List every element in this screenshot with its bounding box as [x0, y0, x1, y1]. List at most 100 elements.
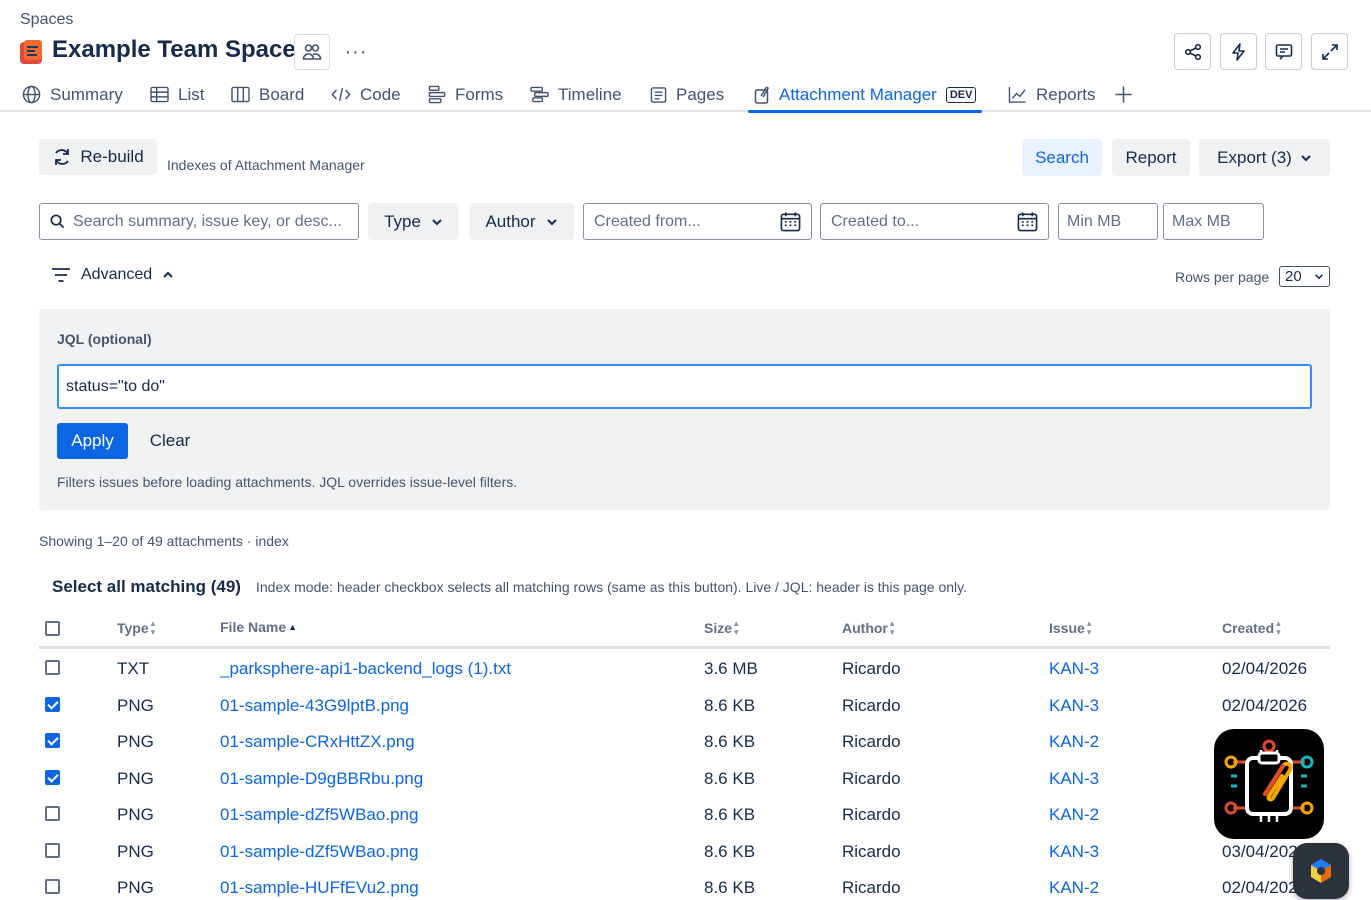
clear-button[interactable]: Clear	[142, 423, 198, 459]
breadcrumb[interactable]: Spaces	[20, 11, 73, 29]
table-row[interactable]: PNG 01-sample-43G9lptB.png 8.6 KB Ricard…	[39, 688, 1330, 724]
row-checkbox[interactable]	[45, 806, 60, 821]
share-button[interactable]	[1174, 33, 1211, 70]
column-label: Author	[842, 620, 888, 636]
cell-author: Ricardo	[842, 842, 901, 861]
search-input[interactable]: Search summary, issue key, or desc...	[39, 203, 359, 240]
table-row[interactable]: PNG 01-sample-D9gBBRbu.png 8.6 KB Ricard…	[39, 761, 1330, 797]
filter-icon	[52, 268, 70, 282]
file-name-link[interactable]: 01-sample-43G9lptB.png	[220, 696, 409, 716]
cell-type: PNG	[117, 732, 154, 751]
issue-link[interactable]: KAN-3	[1049, 659, 1099, 679]
column-header-size[interactable]: Size ▴ ▾	[704, 619, 739, 637]
tab-timeline[interactable]: Timeline	[530, 78, 622, 111]
file-name-link[interactable]: _parksphere-api1-backend_logs (1).txt	[220, 659, 511, 679]
cell-created: 02/04/2026	[1222, 696, 1308, 715]
tab-summary[interactable]: Summary	[22, 78, 123, 111]
table-row[interactable]: PNG 01-sample-HUFfEVu2.png 8.6 KB Ricard…	[39, 870, 1330, 900]
tab-reports[interactable]: Reports	[1008, 78, 1096, 111]
export-button[interactable]: Export (3)	[1199, 139, 1330, 176]
row-checkbox[interactable]	[45, 697, 60, 712]
tab-code[interactable]: Code	[331, 78, 401, 111]
add-tab-button[interactable]	[1114, 78, 1133, 111]
column-header-created[interactable]: Created ▴ ▾	[1222, 619, 1281, 637]
select-all-matching-button[interactable]: Select all matching (49)	[52, 577, 241, 597]
cell-type: PNG	[117, 805, 154, 824]
tab-label: Code	[360, 84, 401, 104]
created-from-field[interactable]: Created from...	[583, 203, 812, 240]
type-dropdown[interactable]: Type	[368, 203, 459, 240]
calendar-icon[interactable]	[1017, 211, 1038, 232]
tab-pages[interactable]: Pages	[650, 78, 724, 111]
tab-label: Attachment Manager	[779, 84, 937, 104]
more-actions-button[interactable]: ···	[340, 38, 372, 66]
expand-icon	[1321, 43, 1338, 60]
feedback-button[interactable]	[1265, 33, 1302, 70]
tab-label: Summary	[50, 84, 123, 104]
apply-button[interactable]: Apply	[57, 423, 128, 459]
floating-assistant-button[interactable]	[1293, 843, 1349, 899]
rows-per-page-select[interactable]: 20	[1279, 266, 1330, 287]
fullscreen-button[interactable]	[1311, 33, 1348, 70]
min-mb-input[interactable]: Min MB	[1058, 203, 1158, 240]
code-icon	[331, 87, 351, 102]
table-row[interactable]: PNG 01-sample-CRxHttZX.png 8.6 KB Ricard…	[39, 724, 1330, 760]
tab-list[interactable]: List	[150, 78, 204, 111]
created-to-field[interactable]: Created to...	[820, 203, 1049, 240]
table-row[interactable]: TXT _parksphere-api1-backend_logs (1).tx…	[39, 651, 1330, 687]
sort-icon: ▴ ▾	[150, 618, 156, 637]
column-header-type[interactable]: Type ▴ ▾	[117, 619, 155, 637]
row-checkbox[interactable]	[45, 843, 60, 858]
tab-attachment-manager[interactable]: Attachment Manager DEV	[747, 78, 983, 113]
file-name-link[interactable]: 01-sample-dZf5WBao.png	[220, 842, 418, 862]
chevron-down-icon	[546, 218, 557, 225]
row-checkbox[interactable]	[45, 660, 60, 675]
issue-link[interactable]: KAN-3	[1049, 842, 1099, 862]
search-button[interactable]: Search	[1022, 139, 1102, 176]
header-checkbox[interactable]	[45, 621, 60, 636]
issue-link[interactable]: KAN-3	[1049, 696, 1099, 716]
jql-help-text: Filters issues before loading attachment…	[57, 474, 518, 490]
column-header-author[interactable]: Author ▴ ▾	[842, 619, 894, 637]
issue-link[interactable]: KAN-2	[1049, 878, 1099, 898]
table-row[interactable]: PNG 01-sample-dZf5WBao.png 8.6 KB Ricard…	[39, 797, 1330, 833]
tab-board[interactable]: Board	[231, 78, 304, 111]
file-name-link[interactable]: 01-sample-CRxHttZX.png	[220, 732, 415, 752]
calendar-icon[interactable]	[780, 211, 801, 232]
column-header-file-name[interactable]: File Name ▲	[220, 619, 297, 635]
cell-created: 02/04/202	[1222, 878, 1298, 897]
author-dropdown[interactable]: Author	[469, 203, 574, 240]
cell-created: 03/04/202	[1222, 842, 1298, 861]
cell-size: 8.6 KB	[704, 805, 756, 824]
rebuild-button[interactable]: Re-build	[39, 139, 157, 175]
file-name-link[interactable]: 01-sample-dZf5WBao.png	[220, 805, 418, 825]
file-name-link[interactable]: 01-sample-HUFfEVu2.png	[220, 878, 419, 898]
max-mb-input[interactable]: Max MB	[1163, 203, 1264, 240]
issue-link[interactable]: KAN-3	[1049, 769, 1099, 789]
automation-button[interactable]	[1220, 33, 1257, 70]
space-logo-icon	[20, 40, 44, 64]
row-checkbox[interactable]	[45, 879, 60, 894]
jql-input[interactable]: status="to do"	[57, 364, 1312, 409]
table-row[interactable]: PNG 01-sample-dZf5WBao.png 8.6 KB Ricard…	[39, 834, 1330, 870]
issue-link[interactable]: KAN-2	[1049, 732, 1099, 752]
tab-forms[interactable]: Forms	[428, 78, 503, 111]
sort-icon: ▴ ▾	[734, 618, 739, 637]
attachment-manager-app-icon[interactable]	[1214, 729, 1324, 839]
row-checkbox[interactable]	[45, 770, 60, 785]
row-checkbox[interactable]	[45, 733, 60, 748]
pages-icon	[650, 86, 667, 103]
file-name-link[interactable]: 01-sample-D9gBBRbu.png	[220, 769, 423, 789]
forms-icon	[428, 85, 446, 104]
column-header-issue[interactable]: Issue ▴ ▾	[1049, 619, 1091, 637]
advanced-toggle[interactable]: Advanced	[51, 266, 174, 284]
dev-badge: DEV	[945, 86, 977, 103]
team-people-button[interactable]	[294, 34, 330, 70]
cell-author: Ricardo	[842, 878, 901, 897]
cell-type: PNG	[117, 696, 154, 715]
chevron-up-icon	[163, 271, 173, 278]
issue-link[interactable]: KAN-2	[1049, 805, 1099, 825]
report-button[interactable]: Report	[1112, 139, 1190, 176]
globe-icon	[22, 85, 41, 104]
cell-size: 8.6 KB	[704, 842, 756, 861]
